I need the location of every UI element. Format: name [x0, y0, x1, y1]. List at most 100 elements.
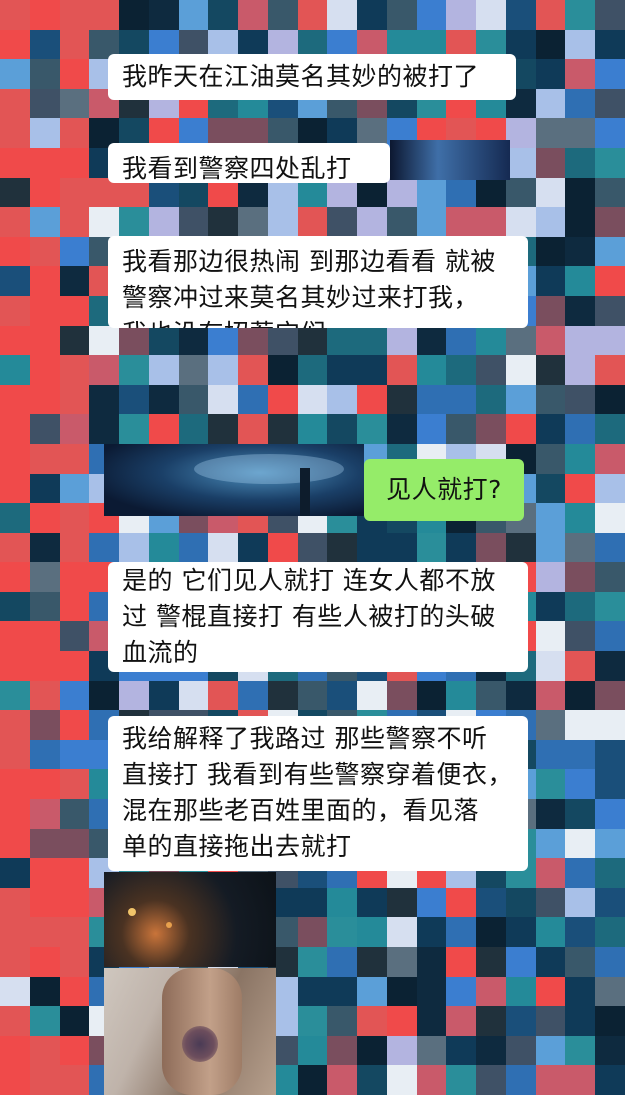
mosaic-tile: [0, 799, 30, 829]
mosaic-tile: [29, 59, 60, 89]
mosaic-tile: [565, 562, 596, 592]
bruised-arm-photo[interactable]: [104, 968, 276, 1095]
mosaic-tile: [357, 947, 387, 977]
mosaic-tile: [446, 177, 477, 208]
mosaic-tile: [297, 355, 328, 385]
mosaic-tile: [595, 621, 625, 652]
mosaic-tile: [29, 207, 60, 237]
mosaic-tile: [0, 591, 30, 622]
mosaic-tile: [119, 384, 149, 415]
night-sky-image[interactable]: [104, 444, 364, 516]
mosaic-tile: [0, 532, 30, 563]
mosaic-tile: [386, 207, 417, 237]
mosaic-tile: [535, 59, 566, 89]
mosaic-tile: [59, 443, 90, 474]
mosaic-tile: [29, 591, 60, 622]
night-street-photo[interactable]: [104, 872, 276, 967]
mosaic-tile: [595, 266, 625, 296]
mosaic-tile: [0, 177, 30, 208]
mosaic-tile: [0, 947, 30, 977]
mosaic-tile: [59, 887, 90, 918]
mosaic-tile: [0, 325, 30, 356]
mosaic-tile: [148, 207, 179, 237]
mosaic-tile: [0, 414, 30, 444]
mosaic-tile: [535, 562, 566, 592]
mosaic-tile: [327, 887, 358, 918]
mosaic-tile: [357, 207, 387, 237]
mosaic-tile: [565, 59, 596, 89]
mosaic-tile: [386, 1006, 417, 1036]
message-bubble-3[interactable]: 我看那边很热闹 到那边看看 就被 警察冲过来莫名其妙过来打我， 我也没有招惹它们: [108, 236, 528, 328]
mosaic-tile: [565, 147, 596, 178]
mosaic-tile: [89, 384, 120, 415]
mosaic-tile: [595, 651, 625, 681]
night-sky-strip: [390, 140, 510, 180]
mosaic-tile: [59, 295, 90, 326]
message-bubble-6[interactable]: 我给解释了我路过 那些警察不听 直接打 我看到有些警察穿着便衣， 混在那些老百姓…: [108, 716, 528, 871]
mosaic-tile: [59, 680, 90, 711]
mosaic-tile: [595, 532, 625, 563]
mosaic-tile: [386, 0, 417, 30]
mosaic-tile: [59, 88, 90, 119]
mosaic-tile: [357, 532, 387, 563]
mosaic-tile: [357, 976, 387, 1007]
mosaic-tile: [565, 710, 596, 740]
mosaic-tile: [505, 207, 536, 237]
mosaic-tile: [595, 1035, 625, 1066]
mosaic-tile: [29, 0, 60, 30]
mosaic-tile: [0, 0, 30, 30]
mosaic-tile: [535, 118, 566, 148]
mosaic-tile: [535, 473, 566, 504]
mosaic-tile: [267, 414, 298, 444]
mosaic-tile: [327, 325, 358, 356]
mosaic-tile: [446, 384, 477, 415]
mosaic-tile: [238, 384, 268, 415]
mosaic-tile: [416, 414, 447, 444]
mosaic-tile: [208, 680, 239, 711]
mosaic-tile: [535, 917, 566, 948]
mosaic-tile: [565, 887, 596, 918]
mosaic-tile: [238, 532, 268, 563]
message-bubble-1[interactable]: 我昨天在江油莫名其妙的被打了: [108, 54, 516, 100]
mosaic-tile: [327, 355, 358, 385]
mosaic-tile: [565, 266, 596, 296]
mosaic-tile: [29, 858, 60, 888]
mosaic-tile: [565, 651, 596, 681]
mosaic-tile: [59, 1035, 90, 1066]
mosaic-tile: [327, 414, 358, 444]
mosaic-tile: [535, 325, 566, 356]
mosaic-tile: [476, 976, 506, 1007]
mosaic-tile: [59, 858, 90, 888]
mosaic-tile: [565, 532, 596, 563]
mosaic-tile: [89, 325, 120, 356]
mosaic-tile: [0, 1006, 30, 1036]
mosaic-tile: [0, 858, 30, 888]
mosaic-tile: [476, 887, 506, 918]
mosaic-tile: [29, 680, 60, 711]
mosaic-tile: [446, 325, 477, 356]
mosaic-tile: [267, 0, 298, 30]
mosaic-tile: [148, 680, 179, 711]
mosaic-tile: [29, 473, 60, 504]
mosaic-tile: [267, 384, 298, 415]
mosaic-tile: [59, 562, 90, 592]
mosaic-tile: [505, 947, 536, 977]
mosaic-tile: [59, 473, 90, 504]
message-bubble-2[interactable]: 我看到警察四处乱打人: [108, 143, 390, 183]
mosaic-tile: [59, 532, 90, 563]
mosaic-tile: [29, 947, 60, 977]
mosaic-tile: [416, 207, 447, 237]
mosaic-tile: [89, 414, 120, 444]
mosaic-tile: [416, 887, 447, 918]
mosaic-tile: [59, 207, 90, 237]
mosaic-tile: [327, 680, 358, 711]
mosaic-tile: [595, 503, 625, 533]
message-bubble-5[interactable]: 是的 它们见人就打 连女人都不放 过 警棍直接打 有些人被打的头破 血流的: [108, 562, 528, 672]
mosaic-tile: [446, 1035, 477, 1066]
message-bubble-4[interactable]: 见人就打?: [364, 459, 524, 521]
mosaic-tile: [59, 325, 90, 356]
mosaic-tile: [595, 443, 625, 474]
mosaic-tile: [59, 0, 90, 30]
mosaic-tile: [327, 1035, 358, 1066]
mosaic-tile: [267, 207, 298, 237]
